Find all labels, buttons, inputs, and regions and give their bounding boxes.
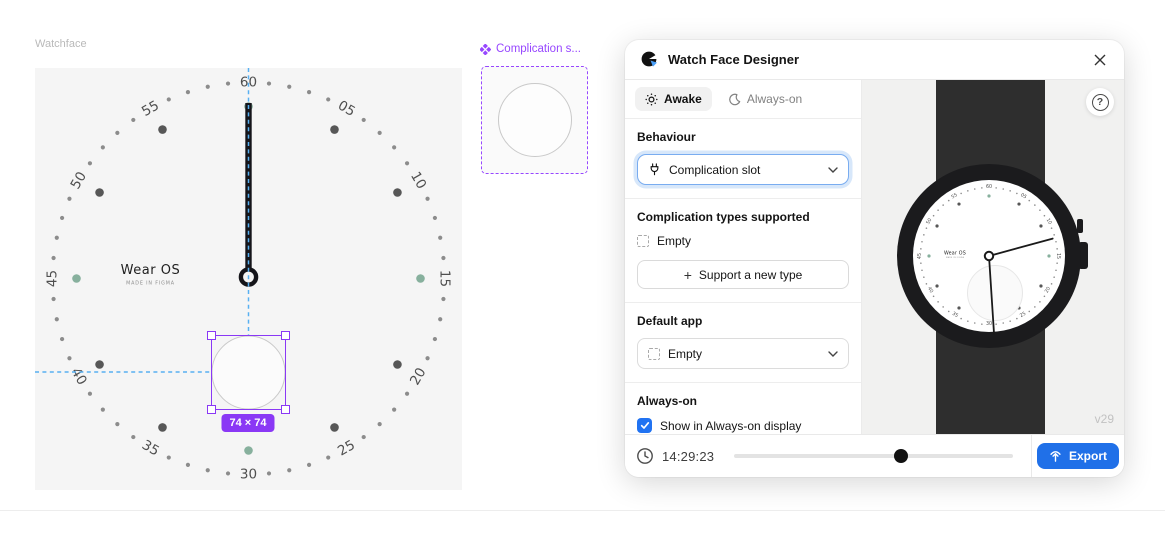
svg-text:15: 15 (1055, 253, 1061, 259)
svg-text:35: 35 (139, 437, 162, 459)
svg-text:30: 30 (240, 467, 257, 483)
plug-icon (648, 163, 661, 176)
sun-icon (645, 93, 658, 106)
always-on-label: Always-on (637, 394, 849, 408)
resize-handle-top-right[interactable] (281, 331, 290, 340)
watchface-frame[interactable]: 051015202530354045505560Wear OSMADE IN F… (35, 68, 462, 490)
svg-text:30: 30 (986, 321, 992, 327)
slider-thumb[interactable] (894, 449, 908, 463)
svg-text:45: 45 (917, 253, 923, 259)
empty-app-icon (648, 348, 660, 360)
always-on-checkbox-row: Show in Always-on display (637, 418, 849, 433)
default-app-value: Empty (668, 347, 820, 361)
tab-always-on[interactable]: Always-on (726, 87, 804, 111)
figma-canvas: Watchface 05 10 15 20 25 30 35 40 45 50 55 60 Wear O… (0, 0, 1165, 538)
resize-handle-top-left[interactable] (207, 331, 216, 340)
tab-awake[interactable]: Awake (635, 87, 712, 111)
default-app-section: Default app Empty (625, 303, 861, 383)
watch-preview-pane: 051015202530354045505560Wear OSMADE IN F… (862, 80, 1124, 434)
close-icon[interactable] (1090, 50, 1110, 70)
export-button[interactable]: Export (1037, 443, 1119, 469)
plugin-logo-icon (641, 51, 658, 68)
mode-tabs: Awake Always-on (625, 80, 861, 119)
time-slider[interactable] (734, 449, 1013, 463)
dialog-header: Watch Face Designer (625, 40, 1124, 80)
dialog-footer: 14:29:23 Export (625, 434, 1124, 477)
check-icon (640, 421, 650, 430)
chevron-down-icon (828, 351, 838, 357)
always-on-checkbox[interactable] (637, 418, 652, 433)
selection-size-badge: 74 × 74 (221, 414, 274, 432)
svg-text:10: 10 (407, 169, 429, 192)
plus-icon: + (684, 268, 692, 282)
svg-text:55: 55 (139, 98, 162, 120)
default-app-select[interactable]: Empty (637, 338, 849, 369)
question-icon: ? (1092, 94, 1109, 111)
time-scrubber: 14:29:23 (625, 435, 1031, 477)
svg-text:05: 05 (335, 98, 358, 120)
export-area: Export (1031, 435, 1124, 477)
time-value: 14:29:23 (662, 449, 714, 464)
behaviour-section: Behaviour Complication slot (625, 119, 861, 199)
svg-text:MADE IN FIGMA: MADE IN FIGMA (946, 256, 965, 259)
svg-text:Wear OS: Wear OS (121, 263, 181, 278)
default-app-label: Default app (637, 314, 849, 328)
complication-slot-component[interactable] (481, 66, 588, 174)
frame-title-watchface[interactable]: Watchface (35, 38, 87, 50)
tab-awake-label: Awake (664, 92, 702, 106)
component-layer-label[interactable]: Complication s... (480, 43, 581, 55)
settings-panel: Awake Always-on Behaviour (625, 80, 862, 434)
svg-text:60: 60 (986, 184, 992, 190)
behaviour-select[interactable]: Complication slot (637, 154, 849, 185)
watch-preview-render: 051015202530354045505560Wear OSMADE IN F… (862, 80, 1124, 434)
type-item-empty[interactable]: Empty (637, 234, 849, 248)
clock-icon (636, 447, 654, 465)
resize-handle-bottom-left[interactable] (207, 405, 216, 414)
svg-text:45: 45 (45, 270, 61, 287)
svg-text:15: 15 (437, 270, 453, 287)
complication-types-section: Complication types supported Empty + Sup… (625, 199, 861, 303)
export-label: Export (1069, 449, 1107, 463)
complication-types-label: Complication types supported (637, 210, 849, 224)
tab-always-on-label: Always-on (747, 92, 802, 106)
resize-handle-bottom-right[interactable] (281, 405, 290, 414)
svg-text:MADE IN FIGMA: MADE IN FIGMA (126, 280, 175, 286)
behaviour-value: Complication slot (669, 163, 820, 177)
type-item-label: Empty (657, 234, 691, 248)
version-label: v29 (1095, 412, 1114, 426)
support-new-type-label: Support a new type (699, 268, 802, 282)
watch-face-designer-dialog: Watch Face Designer (625, 40, 1124, 477)
help-button[interactable]: ? (1086, 88, 1114, 116)
component-name: Complication s... (496, 43, 581, 55)
always-on-checkbox-label: Show in Always-on display (660, 419, 801, 433)
dialog-body: Awake Always-on Behaviour (625, 80, 1124, 434)
svg-text:50: 50 (68, 169, 90, 192)
svg-text:40: 40 (68, 365, 90, 388)
complication-slot-selection[interactable] (211, 335, 286, 410)
svg-text:20: 20 (407, 365, 429, 388)
export-icon (1049, 450, 1062, 463)
chevron-down-icon (828, 167, 838, 173)
support-new-type-button[interactable]: + Support a new type (637, 260, 849, 289)
complication-slot-shape (498, 83, 572, 157)
behaviour-label: Behaviour (637, 130, 849, 144)
slider-track[interactable] (734, 454, 1013, 458)
dialog-title: Watch Face Designer (668, 52, 1080, 67)
page-divider (0, 510, 1165, 511)
moon-icon (728, 93, 741, 106)
svg-text:25: 25 (335, 437, 358, 459)
component-icon (480, 44, 491, 55)
watch-side-button (1077, 219, 1083, 233)
empty-type-icon (637, 235, 649, 247)
svg-text:Wear OS: Wear OS (944, 250, 966, 256)
